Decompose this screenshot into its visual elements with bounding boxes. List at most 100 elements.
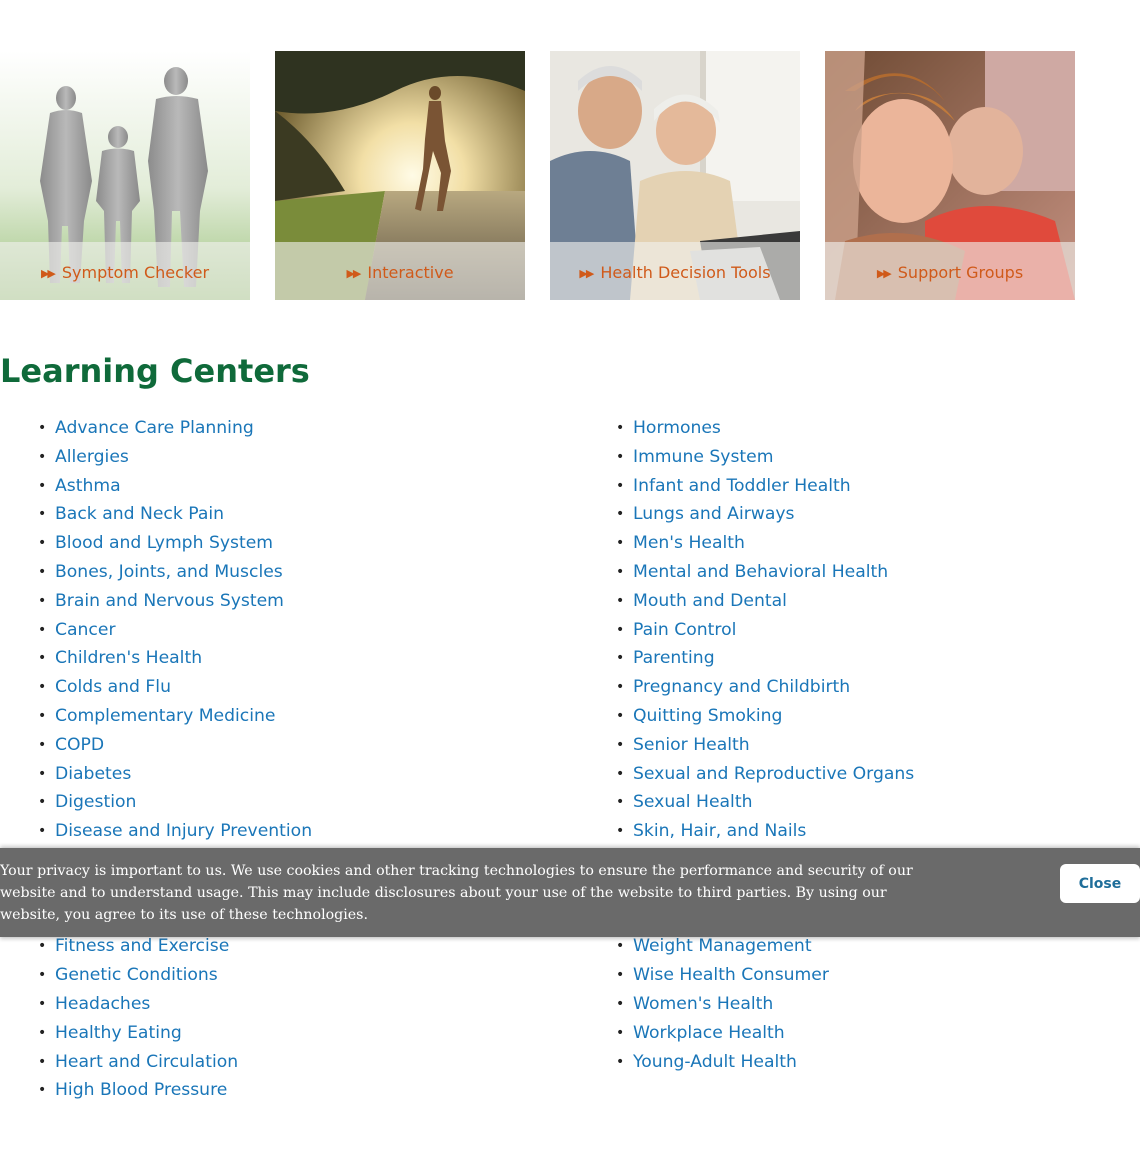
list-item: • Quitting Smoking: [616, 702, 914, 731]
bullet-icon: •: [616, 679, 625, 696]
learning-center-link[interactable]: Quitting Smoking: [633, 706, 782, 726]
learning-center-link[interactable]: Pain Control: [633, 620, 736, 640]
list-item: • Men's Health: [616, 529, 914, 558]
learning-centers-heading: Learning Centers: [0, 352, 310, 390]
double-arrow-icon: ▶▶: [346, 267, 361, 280]
learning-center-link[interactable]: Bones, Joints, and Muscles: [55, 562, 283, 582]
list-item: • Senior Health: [616, 731, 914, 760]
learning-center-link[interactable]: Hormones: [633, 418, 721, 438]
learning-center-link[interactable]: Senior Health: [633, 735, 750, 755]
learning-center-link[interactable]: Genetic Conditions: [55, 965, 218, 985]
learning-center-link[interactable]: Sexual and Reproductive Organs: [633, 764, 914, 784]
list-item: • Digestion: [38, 788, 312, 817]
bullet-icon: •: [616, 794, 625, 811]
learning-center-link[interactable]: Disease and Injury Prevention: [55, 821, 312, 841]
cookie-banner: Your privacy is important to us. We use …: [0, 848, 1140, 937]
bullet-icon: •: [38, 1082, 47, 1099]
tile-label-text: Interactive: [367, 263, 454, 282]
bullet-icon: •: [616, 477, 625, 494]
learning-center-link[interactable]: Healthy Eating: [55, 1023, 182, 1043]
list-item: • Bones, Joints, and Muscles: [38, 558, 312, 587]
list-item: • Diabetes: [38, 760, 312, 789]
learning-center-link[interactable]: Men's Health: [633, 533, 745, 553]
learning-center-link[interactable]: Back and Neck Pain: [55, 504, 224, 524]
tile-label-text: Support Groups: [897, 263, 1024, 282]
bullet-icon: •: [616, 823, 625, 840]
learning-center-link[interactable]: Diabetes: [55, 764, 131, 784]
list-item: • High Blood Pressure: [38, 1076, 312, 1105]
learning-center-link[interactable]: Advance Care Planning: [55, 418, 254, 438]
bullet-icon: •: [38, 420, 47, 436]
tile-health-decision-tools[interactable]: ▶▶ Health Decision Tools: [550, 51, 800, 300]
bullet-icon: •: [616, 506, 625, 523]
bullet-icon: •: [616, 736, 625, 753]
tile-label-text: Health Decision Tools: [600, 263, 771, 282]
list-item: • Sexual and Reproductive Organs: [616, 760, 914, 789]
bullet-icon: •: [616, 448, 625, 465]
list-item: • Mental and Behavioral Health: [616, 558, 914, 587]
learning-center-link[interactable]: High Blood Pressure: [55, 1080, 227, 1100]
learning-center-link[interactable]: Blood and Lymph System: [55, 533, 273, 553]
learning-center-link[interactable]: Headaches: [55, 994, 150, 1014]
learning-center-link[interactable]: Children's Health: [55, 648, 202, 668]
tile-interactive[interactable]: ▶▶ Interactive: [275, 51, 525, 300]
tile-support-groups[interactable]: ▶▶ Support Groups: [825, 51, 1075, 300]
bullet-icon: •: [616, 592, 625, 609]
bullet-icon: •: [616, 995, 625, 1012]
list-item: • Allergies: [38, 443, 312, 472]
list-item: • Mouth and Dental: [616, 587, 914, 616]
list-item: • Colds and Flu: [38, 673, 312, 702]
learning-center-link[interactable]: Weight Management: [633, 936, 812, 956]
learning-center-link[interactable]: Digestion: [55, 792, 136, 812]
learning-center-link[interactable]: Allergies: [55, 447, 129, 467]
bullet-icon: •: [38, 995, 47, 1012]
list-item: • Skin, Hair, and Nails: [616, 817, 914, 846]
learning-center-link[interactable]: Asthma: [55, 476, 121, 496]
learning-center-link[interactable]: Mental and Behavioral Health: [633, 562, 888, 582]
learning-center-link[interactable]: Women's Health: [633, 994, 773, 1014]
learning-center-link[interactable]: Immune System: [633, 447, 773, 467]
learning-centers-list-right: • Hormones • Immune System • Infant and Toddl…: [616, 414, 914, 1076]
learning-center-link[interactable]: Parenting: [633, 648, 715, 668]
learning-center-link[interactable]: Colds and Flu: [55, 677, 171, 697]
bullet-icon: •: [38, 650, 47, 667]
learning-center-link[interactable]: Fitness and Exercise: [55, 936, 229, 956]
list-item: • Genetic Conditions: [38, 961, 312, 990]
bullet-icon: •: [38, 967, 47, 984]
bullet-icon: •: [38, 621, 47, 638]
learning-center-link[interactable]: Complementary Medicine: [55, 706, 275, 726]
tile-label-text: Symptom Checker: [61, 263, 210, 282]
cookie-banner-text: Your privacy is important to us. We use …: [0, 863, 913, 923]
learning-center-link[interactable]: Lungs and Airways: [633, 504, 795, 524]
learning-center-link[interactable]: Heart and Circulation: [55, 1052, 238, 1072]
learning-center-link[interactable]: Skin, Hair, and Nails: [633, 821, 806, 841]
list-item: • Complementary Medicine: [38, 702, 312, 731]
learning-center-link[interactable]: Mouth and Dental: [633, 591, 787, 611]
learning-center-link[interactable]: Young-Adult Health: [633, 1052, 797, 1072]
learning-center-link[interactable]: Cancer: [55, 620, 116, 640]
bullet-icon: •: [38, 1053, 47, 1070]
learning-center-link[interactable]: Workplace Health: [633, 1023, 785, 1043]
list-item: • Pain Control: [616, 616, 914, 645]
tile-label: ▶▶ Health Decision Tools: [550, 263, 800, 282]
list-item: • Immune System: [616, 443, 914, 472]
list-item: • Cancer: [38, 616, 312, 645]
bullet-icon: •: [616, 420, 625, 436]
list-item: • Young-Adult Health: [616, 1048, 914, 1077]
learning-center-link[interactable]: COPD: [55, 735, 104, 755]
learning-center-link[interactable]: Sexual Health: [633, 792, 752, 812]
learning-center-link[interactable]: Wise Health Consumer: [633, 965, 829, 985]
list-item: • COPD: [38, 731, 312, 760]
tile-label: ▶▶ Support Groups: [825, 263, 1075, 282]
double-arrow-icon: ▶▶: [40, 267, 56, 280]
list-item: • Children's Health: [38, 644, 312, 673]
bullet-icon: •: [616, 621, 625, 638]
learning-center-link[interactable]: Pregnancy and Childbirth: [633, 677, 850, 697]
learning-center-link[interactable]: Brain and Nervous System: [55, 591, 284, 611]
cookie-close-button[interactable]: Close: [1060, 864, 1140, 903]
bullet-icon: •: [38, 506, 47, 523]
bullet-icon: •: [616, 707, 625, 724]
tile-symptom-checker[interactable]: ▶▶ Symptom Checker: [0, 51, 250, 300]
list-item: • Brain and Nervous System: [38, 587, 312, 616]
learning-center-link[interactable]: Infant and Toddler Health: [633, 476, 851, 496]
